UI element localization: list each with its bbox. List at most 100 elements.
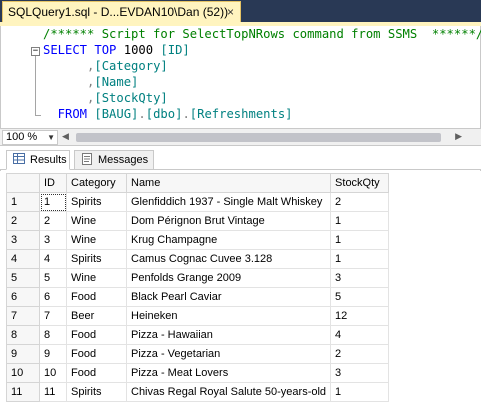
zoom-dropdown[interactable]: 100 % ▼	[2, 130, 58, 145]
cell-id[interactable]: 1	[39, 192, 67, 212]
cell-name[interactable]: Glenfiddich 1937 - Single Malt Whiskey	[125, 192, 332, 212]
cell-category[interactable]: Food	[66, 363, 127, 383]
table-row[interactable]: 9 9 Food Pizza - Vegetarian 2	[6, 344, 390, 364]
tab-results[interactable]: Results	[6, 150, 70, 170]
column-header-category[interactable]: Category	[66, 173, 127, 193]
cell-id[interactable]: 6	[39, 287, 67, 307]
cell-name[interactable]: Pizza - Vegetarian	[125, 344, 332, 364]
table-row[interactable]: 1 1 Spirits Glenfiddich 1937 - Single Malt …	[6, 192, 390, 212]
cell-id[interactable]: 4	[39, 249, 67, 269]
cell-id[interactable]: 10	[39, 363, 67, 383]
row-number-header[interactable]	[6, 173, 40, 193]
results-grid[interactable]: ID Category Name StockQty 1 1 Spirits Glenf…	[6, 173, 390, 402]
row-number[interactable]: 1	[6, 192, 40, 212]
scroll-thumb[interactable]	[76, 133, 441, 142]
cell-stockqty[interactable]: 3	[330, 268, 390, 288]
row-number[interactable]: 3	[6, 230, 40, 250]
editor-margin	[1, 26, 31, 128]
cell-stockqty[interactable]: 12	[330, 306, 390, 326]
cell-category[interactable]: Food	[66, 325, 127, 345]
row-number[interactable]: 6	[6, 287, 40, 307]
cell-stockqty[interactable]: 1	[330, 382, 390, 402]
code-line[interactable]: FROM [BAUG].[dbo].[Refreshments]	[43, 106, 481, 122]
table-row[interactable]: 2 2 Wine Dom Pérignon Brut Vintage 1	[6, 211, 390, 231]
table-row[interactable]: 7 7 Beer Heineken 12	[6, 306, 390, 326]
horizontal-scrollbar[interactable]: ◀ ▶	[62, 131, 462, 143]
code-line[interactable]: ,[Name]	[43, 74, 481, 90]
cell-name[interactable]: Camus Cognac Cuvee 3.128	[125, 249, 332, 269]
table-row[interactable]: 4 4 Spirits Camus Cognac Cuvee 3.128 1	[6, 249, 390, 269]
cell-id[interactable]: 9	[39, 344, 67, 364]
tab-messages[interactable]: Messages	[74, 150, 154, 170]
cell-category[interactable]: Food	[66, 344, 127, 364]
collapse-icon[interactable]: −	[31, 47, 40, 56]
column-header-name[interactable]: Name	[125, 173, 332, 193]
cell-stockqty[interactable]: 2	[330, 344, 390, 364]
close-icon[interactable]: ×	[227, 5, 234, 19]
cell-id[interactable]: 5	[39, 268, 67, 288]
code-line[interactable]: /****** Script for SelectTopNRows comman…	[43, 26, 481, 42]
sql-code[interactable]: /****** Script for SelectTopNRows comman…	[43, 26, 481, 122]
table-row[interactable]: 8 8 Food Pizza - Hawaiian 4	[6, 325, 390, 345]
column-header-id[interactable]: ID	[39, 173, 67, 193]
grid-icon	[13, 153, 25, 167]
cell-id[interactable]: 7	[39, 306, 67, 326]
cell-category[interactable]: Wine	[66, 211, 127, 231]
row-number[interactable]: 4	[6, 249, 40, 269]
code-token: [Category]	[94, 59, 168, 73]
cell-stockqty[interactable]: 3	[330, 363, 390, 383]
code-token: ,	[43, 91, 95, 105]
cell-category[interactable]: Wine	[66, 268, 127, 288]
code-token: [dbo]	[145, 107, 183, 121]
table-row[interactable]: 3 3 Wine Krug Champagne 1	[6, 230, 390, 250]
cell-id[interactable]: 2	[39, 211, 67, 231]
cell-name[interactable]: Krug Champagne	[125, 230, 332, 250]
scroll-left-icon[interactable]: ◀	[62, 131, 69, 142]
cell-stockqty[interactable]: 1	[330, 249, 390, 269]
cell-name[interactable]: Chivas Regal Royal Salute 50-years-old	[125, 382, 332, 402]
scroll-right-icon[interactable]: ▶	[455, 131, 462, 142]
cell-stockqty[interactable]: 5	[330, 287, 390, 307]
cell-category[interactable]: Spirits	[66, 192, 127, 212]
cell-name[interactable]: Dom Pérignon Brut Vintage	[125, 211, 332, 231]
cell-name[interactable]: Penfolds Grange 2009	[125, 268, 332, 288]
row-number[interactable]: 10	[6, 363, 40, 383]
code-line[interactable]: SELECT TOP 1000 [ID]	[43, 42, 481, 58]
query-editor[interactable]: − /****** Script for SelectTopNRows comm…	[0, 26, 481, 128]
cell-name[interactable]: Black Pearl Caviar	[125, 287, 332, 307]
cell-category[interactable]: Spirits	[66, 382, 127, 402]
code-line[interactable]: ,[StockQty]	[43, 90, 481, 106]
column-header-stockqty[interactable]: StockQty	[330, 173, 390, 193]
document-tab[interactable]: SQLQuery1.sql - D...EVDAN10\Dan (52)) ×	[2, 1, 241, 22]
cell-stockqty[interactable]: 1	[330, 230, 390, 250]
row-number[interactable]: 9	[6, 344, 40, 364]
cell-name[interactable]: Pizza - Meat Lovers	[125, 363, 332, 383]
cell-stockqty[interactable]: 1	[330, 211, 390, 231]
cell-id[interactable]: 11	[39, 382, 67, 402]
table-row[interactable]: 11 11 Spirits Chivas Regal Royal Salute 50-…	[6, 382, 390, 402]
row-number[interactable]: 11	[6, 382, 40, 402]
table-row[interactable]: 10 10 Food Pizza - Meat Lovers 3	[6, 363, 390, 383]
cell-stockqty[interactable]: 2	[330, 192, 390, 212]
cell-category[interactable]: Spirits	[66, 249, 127, 269]
cell-id[interactable]: 3	[39, 230, 67, 250]
code-token: ,	[43, 75, 95, 89]
cell-name[interactable]: Heineken	[125, 306, 332, 326]
table-row[interactable]: 6 6 Food Black Pearl Caviar 5	[6, 287, 390, 307]
code-token: [StockQty]	[94, 91, 168, 105]
cell-id[interactable]: 8	[39, 325, 67, 345]
cell-category[interactable]: Beer	[66, 306, 127, 326]
code-line[interactable]: ,[Category]	[43, 58, 481, 74]
row-number[interactable]: 5	[6, 268, 40, 288]
row-number[interactable]: 2	[6, 211, 40, 231]
cell-stockqty[interactable]: 4	[330, 325, 390, 345]
row-number[interactable]: 8	[6, 325, 40, 345]
grid-body: 1 1 Spirits Glenfiddich 1937 - Single Malt …	[6, 192, 390, 402]
row-number[interactable]: 7	[6, 306, 40, 326]
code-token: ,	[43, 59, 95, 73]
code-token: .	[138, 107, 146, 121]
cell-category[interactable]: Food	[66, 287, 127, 307]
cell-name[interactable]: Pizza - Hawaiian	[125, 325, 332, 345]
cell-category[interactable]: Wine	[66, 230, 127, 250]
table-row[interactable]: 5 5 Wine Penfolds Grange 2009 3	[6, 268, 390, 288]
